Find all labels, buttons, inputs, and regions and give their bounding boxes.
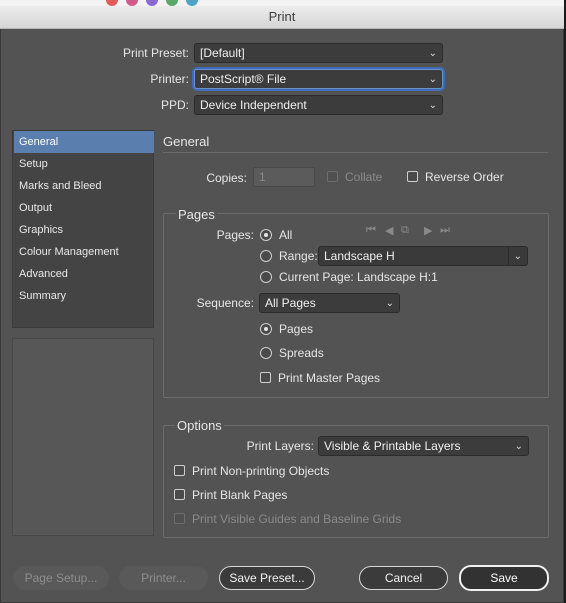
general-section-title: General	[163, 134, 210, 149]
spread-icon: ⧉	[401, 224, 409, 236]
printer-button[interactable]: Printer...	[119, 566, 208, 590]
range-combo[interactable]: Landscape H ⌄	[318, 246, 528, 266]
sidebar-item-output[interactable]: Output	[14, 197, 154, 219]
next-page-icon: ▶	[424, 225, 433, 237]
spreads-label: Spreads	[279, 346, 324, 360]
ppd-value: Device Independent	[200, 98, 307, 112]
pages-section-title: Pages	[176, 207, 217, 222]
print-preset-value: [Default]	[200, 46, 245, 60]
combo-divider	[508, 247, 509, 265]
page-setup-button[interactable]: Page Setup...	[13, 566, 109, 590]
collate-checkbox[interactable]	[327, 171, 338, 182]
all-label: All	[279, 228, 293, 242]
pages-layout-radio[interactable]	[260, 323, 272, 335]
previous-page-icon: ◀	[385, 225, 394, 237]
print-guides-checkbox[interactable]	[174, 513, 185, 524]
print-master-pages-checkbox[interactable]	[260, 372, 271, 383]
current-page-label: Current Page: Landscape H:1	[279, 270, 438, 284]
printer-select[interactable]: PostScript® File ⌄	[194, 69, 443, 89]
print-layers-label: Print Layers:	[246, 439, 314, 453]
divider	[163, 152, 548, 153]
sidebar-item-general[interactable]: General	[14, 131, 154, 153]
print-blank-pages-checkbox[interactable]	[174, 489, 185, 500]
print-layers-value: Visible & Printable Layers	[324, 439, 461, 453]
title-bar[interactable]: Print	[0, 6, 564, 29]
print-non-printing-checkbox[interactable]	[174, 465, 185, 476]
save-preset-button[interactable]: Save Preset...	[219, 566, 315, 590]
printer-label: Printer:	[150, 72, 189, 86]
range-value: Landscape H	[324, 249, 395, 263]
print-master-pages-label: Print Master Pages	[278, 371, 381, 385]
chevron-down-icon: ⌄	[428, 48, 437, 59]
current-page-radio[interactable]	[260, 271, 272, 283]
sidebar-item-advanced[interactable]: Advanced	[14, 263, 154, 285]
chevron-down-icon: ⌄	[513, 251, 522, 262]
sequence-label: Sequence:	[196, 296, 254, 310]
last-page-icon: ⏭	[440, 224, 450, 236]
chevron-down-icon: ⌄	[514, 441, 523, 452]
reverse-order-label: Reverse Order	[425, 170, 504, 184]
cancel-button[interactable]: Cancel	[359, 566, 448, 590]
sidebar-item-colour-management[interactable]: Colour Management	[14, 241, 154, 263]
copies-label: Copies:	[206, 171, 247, 185]
sidebar-item-summary[interactable]: Summary	[14, 285, 154, 307]
printer-value: PostScript® File	[200, 72, 287, 86]
print-preview	[12, 338, 154, 536]
print-preset-select[interactable]: [Default] ⌄	[194, 43, 443, 63]
ppd-label: PPD:	[160, 98, 189, 112]
collate-label: Collate	[345, 170, 383, 184]
save-button[interactable]: Save	[459, 565, 549, 591]
print-non-printing-label: Print Non-printing Objects	[192, 464, 330, 478]
sidebar-item-marks-and-bleed[interactable]: Marks and Bleed	[14, 175, 154, 197]
sidebar-item-setup[interactable]: Setup	[14, 153, 154, 175]
chevron-down-icon: ⌄	[428, 100, 437, 111]
all-radio[interactable]	[260, 229, 272, 241]
copies-field[interactable]: 1	[253, 167, 315, 187]
category-sidebar: General Setup Marks and Bleed Output Gra…	[12, 130, 154, 328]
window-title: Print	[268, 9, 296, 24]
options-section-title: Options	[175, 418, 224, 433]
pages-layout-label: Pages	[279, 322, 314, 336]
print-layers-select[interactable]: Visible & Printable Layers ⌄	[318, 436, 529, 456]
sequence-value: All Pages	[265, 296, 316, 310]
first-page-icon: ⏮	[366, 224, 376, 236]
print-blank-pages-label: Print Blank Pages	[192, 488, 288, 502]
print-preset-label: Print Preset:	[122, 46, 189, 60]
range-radio[interactable]	[260, 250, 272, 262]
chevron-down-icon: ⌄	[428, 74, 437, 85]
chevron-down-icon: ⌄	[385, 298, 394, 309]
reverse-order-checkbox[interactable]	[407, 171, 418, 182]
spreads-radio[interactable]	[260, 347, 272, 359]
ppd-select[interactable]: Device Independent ⌄	[194, 95, 443, 115]
pages-label: Pages:	[216, 228, 254, 242]
sidebar-item-graphics[interactable]: Graphics	[14, 219, 154, 241]
sequence-select[interactable]: All Pages ⌄	[259, 293, 400, 313]
print-guides-label: Print Visible Guides and Baseline Grids	[192, 512, 402, 526]
range-label: Range:	[279, 249, 318, 263]
